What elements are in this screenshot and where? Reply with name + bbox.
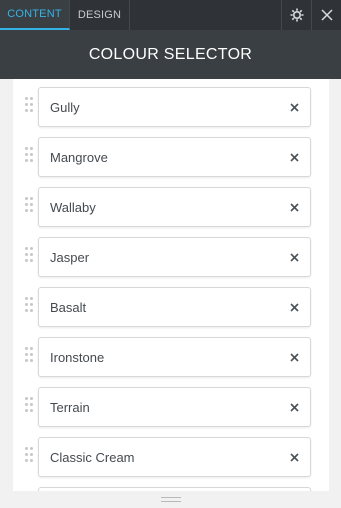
drag-handle-icon[interactable] [25, 147, 33, 167]
settings-button[interactable] [281, 0, 311, 30]
remove-item-button[interactable] [284, 247, 304, 267]
list-item: Jasper [13, 237, 329, 277]
resize-handle[interactable] [0, 491, 341, 508]
colour-item-card[interactable]: Terrain [38, 387, 311, 427]
list-item: Classic Cream [13, 437, 329, 477]
close-icon [320, 9, 333, 21]
colour-item-label: Basalt [50, 300, 87, 315]
close-icon [289, 152, 299, 162]
page-title: COLOUR SELECTOR [88, 45, 253, 63]
tab-design[interactable]: DESIGN [70, 0, 130, 30]
gear-icon [290, 8, 303, 22]
remove-item-button[interactable] [284, 447, 304, 467]
drag-handle-icon[interactable] [25, 447, 33, 467]
close-icon [289, 402, 299, 412]
close-icon [289, 252, 299, 262]
drag-handle-icon[interactable] [25, 397, 33, 417]
grip-icon [160, 497, 181, 502]
colour-item-card[interactable]: Ironstone [38, 337, 311, 377]
drag-handle-icon[interactable] [25, 297, 33, 317]
remove-item-button[interactable] [284, 147, 304, 167]
list-item: Basalt [13, 287, 329, 327]
close-icon [289, 302, 299, 312]
remove-item-button[interactable] [284, 297, 304, 317]
remove-item-button[interactable] [284, 197, 304, 217]
close-button[interactable] [311, 0, 341, 30]
colour-item-card[interactable]: Mangrove [38, 137, 311, 177]
drag-handle-icon[interactable] [25, 97, 33, 117]
colour-item-label: Wallaby [50, 200, 96, 215]
colour-item-card[interactable]: Gully [38, 87, 311, 127]
list-item: Mangrove [13, 137, 329, 177]
colour-item-label: Mangrove [50, 150, 108, 165]
colour-list-panel: Gully Mangrove Wallaby Jasper Basalt Iro… [13, 79, 329, 491]
list-item: Ironstone [13, 337, 329, 377]
drag-handle-icon[interactable] [25, 197, 33, 217]
close-icon [289, 102, 299, 112]
drag-handle-icon[interactable] [25, 347, 33, 367]
remove-item-button[interactable] [284, 347, 304, 367]
colour-item-label: Terrain [50, 400, 90, 415]
colour-item-label: Jasper [50, 250, 90, 265]
list-item: Gully [13, 87, 329, 127]
drag-handle-icon[interactable] [25, 247, 33, 267]
list-item: Wallaby [13, 187, 329, 227]
colour-item-label: Classic Cream [50, 450, 135, 465]
colour-item-label: Ironstone [50, 350, 105, 365]
close-icon [289, 452, 299, 462]
list-item: Terrain [13, 387, 329, 427]
colour-item-label: Gully [50, 100, 80, 115]
colour-item-card[interactable]: Wallaby [38, 187, 311, 227]
close-icon [289, 202, 299, 212]
colour-item-card[interactable]: Basalt [38, 287, 311, 327]
panel-header: COLOUR SELECTOR [0, 30, 341, 79]
colour-item-card[interactable]: Jasper [38, 237, 311, 277]
top-toolbar: CONTENT DESIGN [0, 0, 341, 30]
tab-content[interactable]: CONTENT [0, 0, 70, 30]
remove-item-button[interactable] [284, 397, 304, 417]
colour-item-card[interactable]: Classic Cream [38, 437, 311, 477]
close-icon [289, 352, 299, 362]
remove-item-button[interactable] [284, 97, 304, 117]
